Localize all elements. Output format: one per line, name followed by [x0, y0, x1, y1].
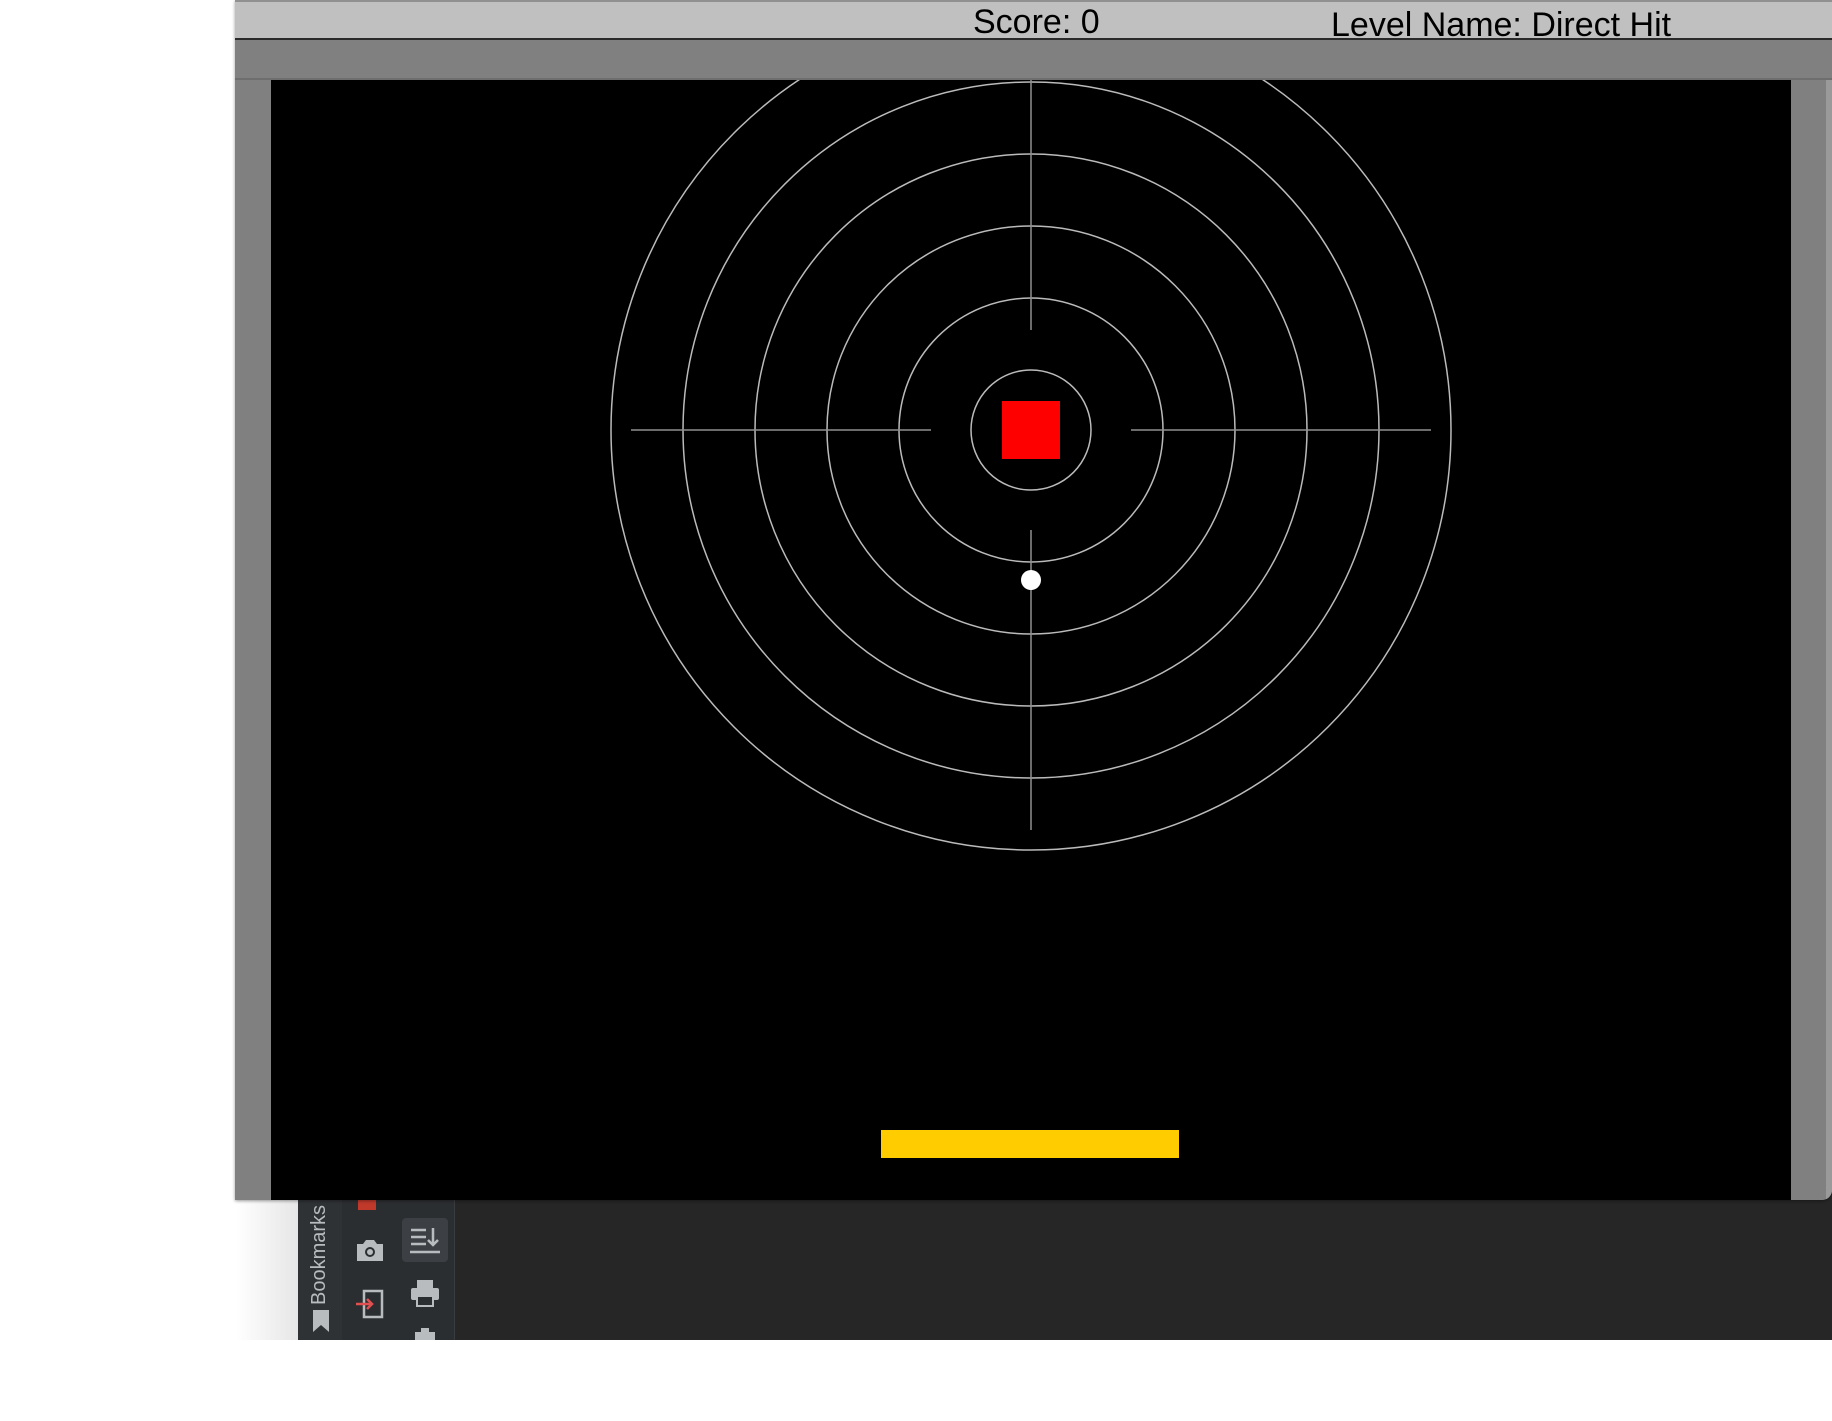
print-icon[interactable] — [408, 1278, 442, 1308]
delete-icon[interactable] — [412, 1328, 438, 1340]
game-window: Score: 0 Level Name: Direct Hit — [235, 0, 1832, 1200]
download-list-icon[interactable] — [402, 1218, 448, 1262]
ide-left-fade — [236, 1180, 298, 1340]
right-wall — [1826, 80, 1832, 1200]
bookmark-icon[interactable] — [310, 1308, 332, 1334]
reticle — [610, 80, 1452, 851]
top-wall — [235, 40, 1832, 80]
playfield[interactable] — [271, 80, 1791, 1200]
level-name-label: Level Name: Direct Hit — [1331, 6, 1672, 44]
hud-bar: Score: 0 Level Name: Direct Hit — [235, 0, 1832, 44]
ball — [1021, 570, 1041, 590]
import-icon[interactable] — [354, 1288, 386, 1320]
bookmarks-tab-label[interactable]: Bookmarks — [308, 1205, 331, 1305]
score-label: Score: 0 — [973, 3, 1100, 41]
game-canvas — [610, 80, 1452, 1158]
target-block — [1002, 401, 1060, 459]
camera-icon[interactable] — [354, 1236, 386, 1264]
paddle[interactable] — [881, 1130, 1179, 1158]
ide-background — [236, 1180, 1832, 1340]
